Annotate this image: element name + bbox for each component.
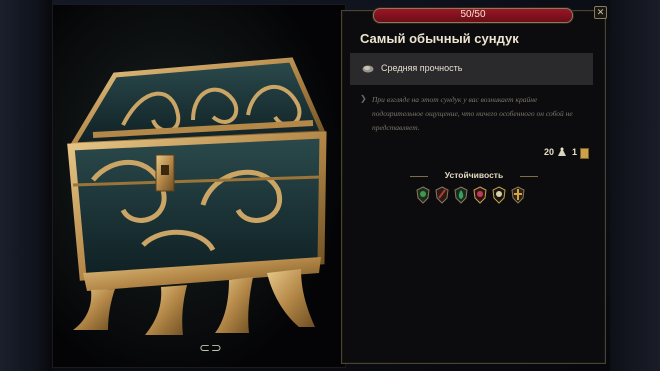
resistances-label: Устойчивость bbox=[444, 170, 504, 180]
durability-label: Средняя прочность bbox=[381, 63, 463, 73]
item-description: При взгляде на этот сундук у вас возника… bbox=[372, 95, 573, 132]
health-text: 50/50 bbox=[460, 9, 486, 20]
chest-model-image bbox=[53, 5, 345, 367]
health-bar: 50/50 bbox=[373, 8, 573, 23]
resist-poison-icon[interactable] bbox=[416, 186, 430, 204]
resistances-header: Устойчивость bbox=[410, 170, 538, 182]
resist-necrotic-icon[interactable] bbox=[492, 186, 506, 204]
item-preview-panel[interactable]: ⊂⊃ bbox=[52, 4, 346, 368]
world-edge-left bbox=[0, 0, 52, 371]
gold-value: 1 bbox=[572, 147, 578, 157]
resist-radiant-icon[interactable] bbox=[511, 186, 525, 204]
stone-icon bbox=[362, 65, 374, 73]
divider-right bbox=[520, 176, 538, 177]
weight-icon bbox=[558, 147, 566, 156]
resist-acid-icon[interactable] bbox=[454, 186, 468, 204]
resist-psychic-icon[interactable] bbox=[473, 186, 487, 204]
durability-row: Средняя прочность bbox=[350, 53, 593, 85]
item-title: Самый обычный сундук bbox=[360, 31, 519, 46]
gold-coin-icon bbox=[580, 148, 589, 159]
weight-value: 20 bbox=[544, 147, 555, 157]
description-arrow-icon: ❯ bbox=[360, 94, 367, 103]
rotate-preview-control[interactable]: ⊂⊃ bbox=[199, 341, 223, 356]
close-button[interactable]: ✕ bbox=[594, 6, 607, 19]
resist-piercing-icon[interactable] bbox=[435, 186, 449, 204]
world-edge-right bbox=[610, 0, 660, 371]
